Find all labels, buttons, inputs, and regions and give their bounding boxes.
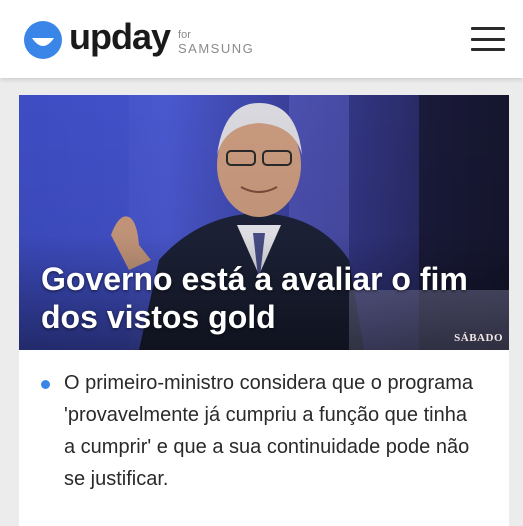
brand-name: upday	[69, 16, 171, 57]
summary-text: O primeiro-ministro considera que o prog…	[64, 372, 474, 490]
bullet-icon	[41, 380, 50, 389]
menu-line	[471, 27, 505, 30]
article-summary: O primeiro-ministro considera que o prog…	[41, 367, 481, 495]
menu-line	[471, 48, 505, 51]
for-samsung-label: for SAMSUNG	[178, 28, 255, 56]
hamburger-menu-icon[interactable]	[471, 27, 505, 51]
hero-image: Governo está a avaliar o fim dos vistos …	[19, 95, 509, 350]
upday-logo[interactable]: upday for SAMSUNG	[24, 19, 254, 61]
source-badge: SÁBADO	[454, 332, 503, 344]
samsung-label: SAMSUNG	[178, 40, 255, 56]
for-label: for	[178, 28, 191, 41]
menu-line	[471, 37, 505, 41]
article-headline[interactable]: Governo está a avaliar o fim dos vistos …	[41, 260, 501, 336]
upday-smile-icon	[24, 21, 62, 59]
news-card[interactable]: Governo está a avaliar o fim dos vistos …	[19, 95, 509, 526]
app-header: upday for SAMSUNG	[0, 0, 523, 78]
